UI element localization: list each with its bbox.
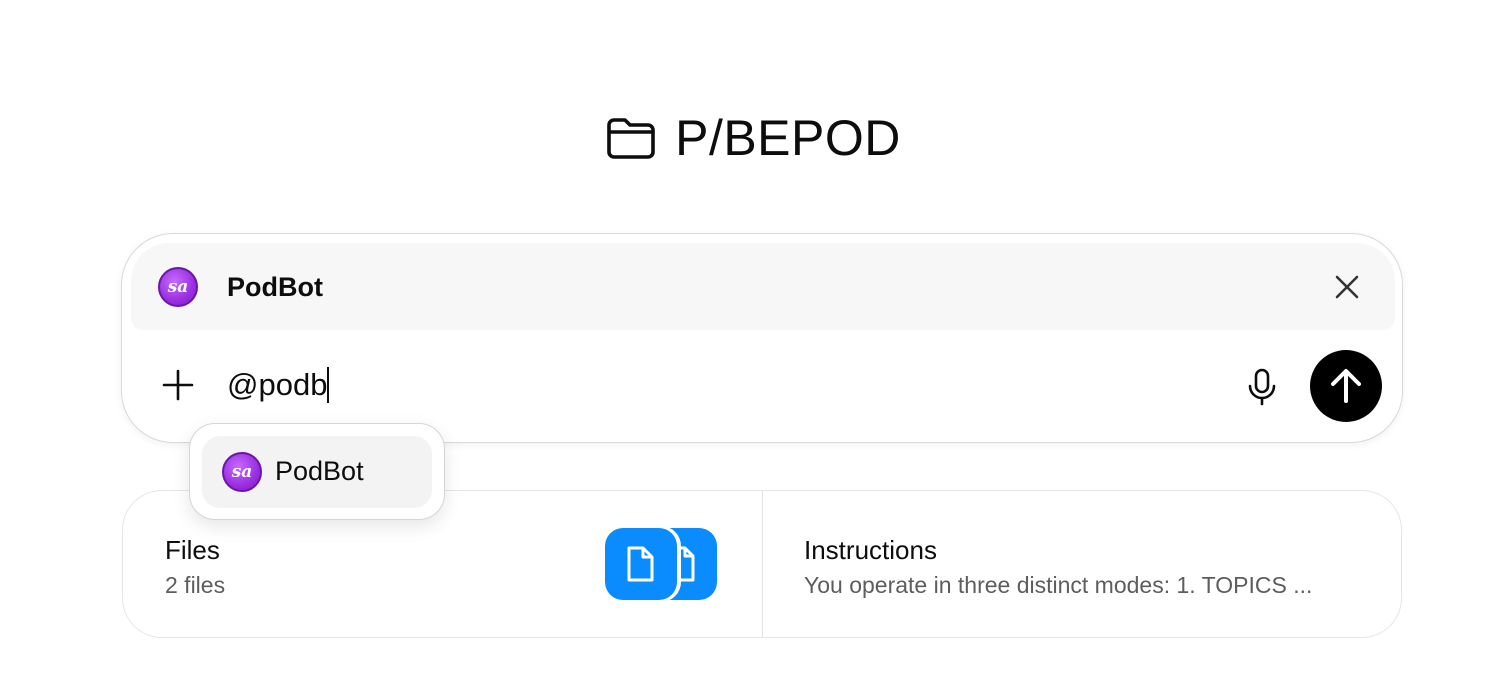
files-card-title: Files (165, 535, 220, 565)
file-icon (627, 546, 654, 582)
project-title: P/BEPOD (675, 110, 901, 166)
files-card-count: 2 files (165, 572, 226, 598)
suggestion-label: PodBot (275, 456, 364, 486)
prompt-input[interactable]: @podb (227, 367, 330, 403)
mention-suggestions: sa PodBot (189, 423, 445, 520)
chat-composer: sa PodBot @podb (121, 233, 1403, 443)
podbot-avatar: sa (222, 452, 262, 492)
mention-name: PodBot (227, 272, 323, 302)
remove-mention-button[interactable] (1329, 269, 1365, 305)
mention-bar: sa PodBot (131, 243, 1395, 330)
arrow-up-icon (1331, 369, 1361, 403)
text-caret (327, 367, 330, 403)
send-button[interactable] (1310, 350, 1382, 422)
add-attachment-button[interactable] (160, 367, 196, 403)
podbot-avatar: sa (158, 267, 198, 307)
avatar-text: sa (167, 277, 189, 297)
plus-icon (162, 369, 194, 401)
instructions-card-title: Instructions (804, 535, 937, 565)
close-icon (1335, 275, 1359, 299)
avatar-text: sa (231, 462, 253, 482)
card-divider (762, 491, 763, 637)
folder-icon (607, 118, 655, 159)
voice-input-button[interactable] (1244, 367, 1280, 407)
prompt-input-value: @podb (227, 367, 328, 402)
file-badge (605, 528, 677, 600)
suggestion-item-podbot[interactable]: sa PodBot (202, 436, 432, 508)
project-header: P/BEPOD (0, 108, 1506, 168)
microphone-icon (1248, 368, 1276, 406)
instructions-card-preview: You operate in three distinct modes: 1. … (804, 572, 1313, 598)
